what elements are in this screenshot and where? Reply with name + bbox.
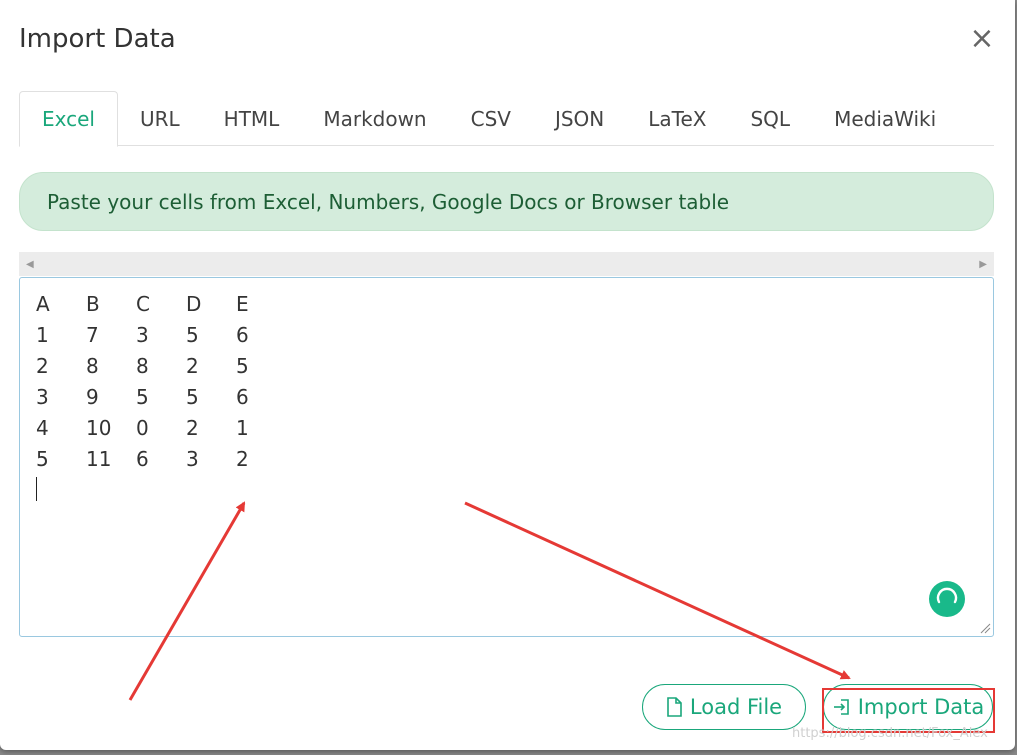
data-cell: 2 bbox=[36, 353, 49, 378]
text-caret bbox=[36, 477, 37, 501]
import-icon bbox=[833, 699, 849, 715]
tab-csv[interactable]: CSV bbox=[449, 91, 533, 146]
data-cell: D bbox=[186, 291, 202, 316]
paste-hint-alert: Paste your cells from Excel, Numbers, Go… bbox=[19, 172, 994, 231]
data-row: A B C D E bbox=[35, 288, 285, 319]
loading-icon bbox=[929, 581, 965, 617]
data-row: 3 9 5 5 6 bbox=[35, 381, 285, 412]
data-cell: 10 bbox=[86, 415, 112, 440]
data-cell: 1 bbox=[36, 322, 49, 347]
data-cell: 6 bbox=[236, 384, 249, 409]
data-cell: B bbox=[86, 291, 100, 316]
paste-textarea[interactable]: A B C D E 1 7 3 5 6 2 8 8 2 5 3 9 5 5 6 4 10 0 2 1 5 11 6 3 2 bbox=[19, 277, 994, 637]
file-icon bbox=[667, 697, 682, 717]
data-cell: 1 bbox=[236, 415, 249, 440]
data-row: 4 10 0 2 1 bbox=[35, 412, 285, 443]
data-cell: E bbox=[236, 291, 249, 316]
data-cell: 2 bbox=[186, 353, 199, 378]
data-cell: 6 bbox=[236, 322, 249, 347]
tab-latex[interactable]: LaTeX bbox=[626, 91, 728, 146]
data-row: 5 11 6 3 2 bbox=[35, 443, 285, 474]
data-cell: 3 bbox=[136, 322, 149, 347]
tab-mediawiki[interactable]: MediaWiki bbox=[812, 91, 958, 146]
load-file-button[interactable]: Load File bbox=[642, 684, 806, 730]
data-cell: 5 bbox=[186, 322, 199, 347]
dialog-title: Import Data bbox=[19, 24, 176, 54]
data-row: 2 8 8 2 5 bbox=[35, 350, 285, 381]
tab-url[interactable]: URL bbox=[118, 91, 202, 146]
tab-markdown[interactable]: Markdown bbox=[301, 91, 448, 146]
close-icon[interactable]: × bbox=[964, 20, 1000, 56]
tab-sql[interactable]: SQL bbox=[728, 91, 812, 146]
scroll-right-icon[interactable]: ▶ bbox=[979, 259, 987, 270]
import-data-button[interactable]: Import Data bbox=[823, 684, 993, 730]
scroll-left-icon[interactable]: ◀ bbox=[26, 259, 34, 270]
data-cell: 5 bbox=[136, 384, 149, 409]
data-cell: 5 bbox=[186, 384, 199, 409]
data-cell: 3 bbox=[36, 384, 49, 409]
load-file-label: Load File bbox=[689, 695, 783, 719]
data-cell: 8 bbox=[136, 353, 149, 378]
data-cell: 0 bbox=[136, 415, 149, 440]
data-cell: 8 bbox=[86, 353, 99, 378]
data-cell: 2 bbox=[186, 415, 199, 440]
data-cell: 5 bbox=[236, 353, 249, 378]
data-row: 1 7 3 5 6 bbox=[35, 319, 285, 350]
data-cell: C bbox=[136, 291, 150, 316]
tab-excel[interactable]: Excel bbox=[19, 91, 118, 147]
resize-handle-icon[interactable] bbox=[979, 622, 991, 634]
watermark: https://blog.csdn.net/Fox_Alex bbox=[792, 726, 988, 741]
tab-json[interactable]: JSON bbox=[533, 91, 626, 146]
import-data-dialog: Import Data × Excel URL HTML Markdown CS… bbox=[0, 0, 1015, 750]
data-cell: 2 bbox=[236, 446, 249, 471]
format-tabs: Excel URL HTML Markdown CSV JSON LaTeX S… bbox=[19, 91, 994, 147]
data-cell: 11 bbox=[86, 446, 112, 471]
data-cell: 6 bbox=[136, 446, 149, 471]
data-cell: 5 bbox=[36, 446, 49, 471]
data-cell: A bbox=[36, 291, 50, 316]
data-cell: 7 bbox=[86, 322, 99, 347]
horizontal-scrollbar[interactable]: ◀ ▶ bbox=[19, 252, 994, 276]
data-cell: 3 bbox=[186, 446, 199, 471]
pasted-data: A B C D E 1 7 3 5 6 2 8 8 2 5 3 9 5 5 6 4 10 0 2 1 5 11 6 3 2 bbox=[35, 288, 285, 474]
data-cell: 4 bbox=[36, 415, 49, 440]
import-data-label: Import Data bbox=[857, 695, 985, 719]
data-cell: 9 bbox=[86, 384, 99, 409]
tab-html[interactable]: HTML bbox=[202, 91, 302, 146]
